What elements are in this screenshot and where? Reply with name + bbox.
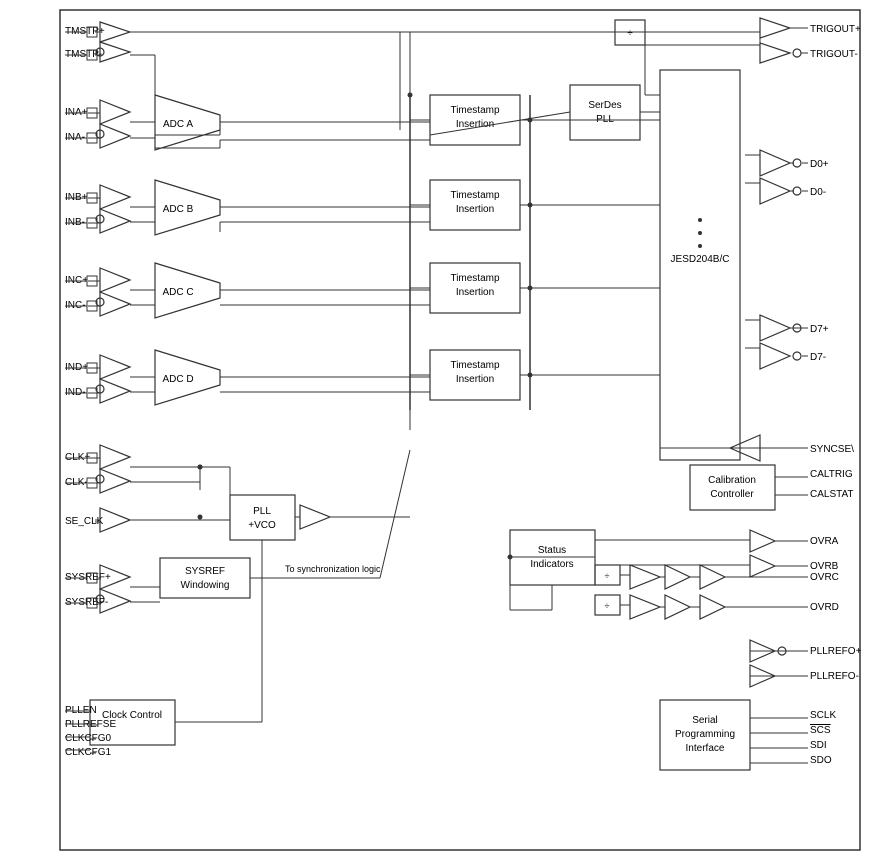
jesd-label: JESD204B/C <box>671 254 730 265</box>
timestamp3-label: Timestamp <box>450 273 500 284</box>
timestamp1-label: Timestamp <box>450 105 500 116</box>
serial-prog-label: Serial <box>692 715 718 726</box>
svg-text:÷: ÷ <box>605 571 610 581</box>
ovrb-label: OVRB <box>810 561 839 572</box>
svg-text:Programming: Programming <box>675 729 735 740</box>
clkcfg1-label: CLKCFG1 <box>65 747 112 758</box>
svg-text:Insertion: Insertion <box>456 287 494 298</box>
pllrefo-minus-label: PLLREFO- <box>810 671 859 682</box>
trigout-plus-label: TRIGOUT+ <box>810 24 861 35</box>
pll-vco-label: PLL <box>253 506 271 517</box>
clkcfg0-label: CLKCFG0 <box>65 733 112 744</box>
serdes-pll-label: SerDes <box>588 100 621 111</box>
sysref-windowing-label: SYSREF <box>185 566 225 577</box>
svg-text:Insertion: Insertion <box>456 204 494 215</box>
svg-text:÷: ÷ <box>605 601 610 611</box>
svg-text:Windowing: Windowing <box>181 580 230 591</box>
ovrd-label: OVRD <box>810 602 839 613</box>
svg-text:+VCO: +VCO <box>248 520 276 531</box>
svg-text:Indicators: Indicators <box>530 559 573 570</box>
timestamp4-label: Timestamp <box>450 360 500 371</box>
adc-a-label: ADC A <box>163 119 193 130</box>
trigout-minus-label: TRIGOUT- <box>810 49 858 60</box>
status-indicators-label: Status <box>538 545 566 556</box>
svg-text:Controller: Controller <box>710 489 754 500</box>
sclk-label: SCLK <box>810 710 836 721</box>
ovra-label: OVRA <box>810 536 839 547</box>
adc-d-label: ADC D <box>162 374 193 385</box>
caltrig-label: CALTRIG <box>810 469 853 480</box>
sdi-label: SDI <box>810 740 827 751</box>
scs-label: SCS <box>810 725 831 736</box>
svg-text:Insertion: Insertion <box>456 119 494 130</box>
svg-text:Interface: Interface <box>686 743 725 754</box>
sdo-label: SDO <box>810 755 832 766</box>
svg-text:÷: ÷ <box>627 28 633 39</box>
adc-b-label: ADC B <box>163 204 194 215</box>
d7-minus-label: D7- <box>810 352 826 363</box>
timestamp2-label: Timestamp <box>450 190 500 201</box>
syncse-label: SYNCSE\ <box>810 444 854 455</box>
d0-minus-label: D0- <box>810 187 826 198</box>
diagram-container: ADC A ADC B ADC C ADC D Timestamp Insert… <box>0 0 890 860</box>
d0-plus-label: D0+ <box>810 159 829 170</box>
svg-text:To synchronization logic: To synchronization logic <box>285 564 381 574</box>
adc-c-label: ADC C <box>162 287 193 298</box>
pllrefo-plus-label: PLLREFO+ <box>810 646 862 657</box>
svg-text:Insertion: Insertion <box>456 374 494 385</box>
calibration-label: Calibration <box>708 475 756 486</box>
d7-plus-label: D7+ <box>810 324 829 335</box>
calstat-label: CALSTAT <box>810 489 854 500</box>
ovrc-label: OVRC <box>810 572 839 583</box>
